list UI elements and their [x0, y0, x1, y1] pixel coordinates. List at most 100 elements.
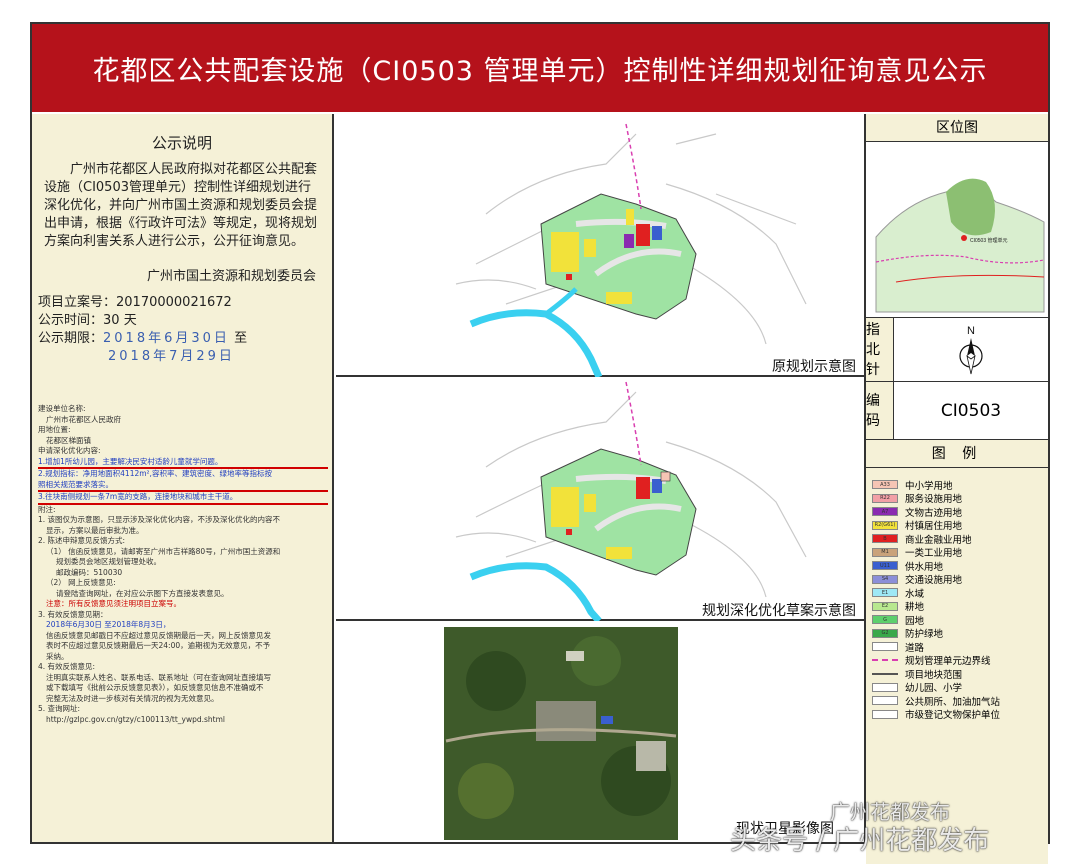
duration: 30 天 [103, 313, 137, 328]
legend-swatch: R22 [872, 493, 898, 503]
note-label: 附注: [38, 504, 56, 514]
period-start: 2018年6月30日 [103, 331, 230, 346]
legend-label: 中小学用地 [905, 480, 953, 492]
legend-label: 幼儿园、小学 [905, 683, 963, 694]
duration-row: 公示时间：30 天 [38, 312, 332, 330]
optimized-plan-panel: 规划深化优化草案示意图 [336, 377, 864, 624]
content-item-2a: 2.规划指标：净用地面积4112m²,容积率、建筑密度、绿地率等指标按 [38, 469, 272, 478]
legend-item: R22 服务设施用地 [872, 492, 1044, 505]
notice-meta: 项目立案号：20170000021672 公示时间：30 天 公示期限：2018… [38, 294, 332, 366]
notice-details: 建设单位名称: 广州市花都区人民政府 用地位置: 花都区梯面镇 申请深化优化内容… [38, 404, 328, 725]
query-url[interactable]: http://gzlpc.gov.cn/gtzy/c100113/tt_ywpd… [38, 715, 328, 726]
legend-item: 公共厕所、加油加气站 [872, 694, 1044, 708]
project-no-label: 项目立案号： [38, 295, 117, 310]
notice-org: 广州市国土资源和规划委员会 [146, 269, 316, 284]
note-2c: 邮政编码：510030 [56, 567, 123, 577]
legend-item: G 园地 [872, 613, 1044, 627]
location-marker-label: CI0503 管理单元 [970, 237, 1008, 244]
note-3e: 采纳。 [46, 651, 69, 661]
legend-swatch: S4 [872, 574, 898, 584]
content-label: 申请深化优化内容: [38, 446, 101, 455]
legend-label: 防护绿地 [905, 629, 944, 640]
legend-heading: 图 例 [866, 440, 1048, 468]
code-label: 编码 [866, 382, 894, 439]
code-row: 编码 CI0503 [866, 382, 1048, 440]
period-end: 2018年7月29日 [108, 349, 235, 364]
legend-swatch: U11 [872, 561, 898, 570]
content-item-2b: 照相关规范要求落实。 [38, 480, 328, 492]
legend-swatch [872, 672, 898, 675]
project-no-row: 项目立案号：20170000021672 [38, 294, 332, 312]
poster-title: 花都区公共配套设施（CI0503 管理单元）控制性详细规划征询意见公示 [32, 24, 1048, 112]
poster-frame: 花都区公共配套设施（CI0503 管理单元）控制性详细规划征询意见公示 公示说明… [30, 22, 1050, 864]
legend-item: A7 文物古迹用地 [872, 505, 1044, 519]
legend-label: 文物古迹用地 [905, 507, 963, 519]
location-map-graphic: CI0503 管理单元 [875, 178, 1045, 313]
legend-label: 供水用地 [905, 561, 944, 573]
legend-item: B 商业金融业用地 [872, 532, 1044, 546]
legend-item: A33 中小学用地 [872, 478, 1044, 492]
legend-swatch: R2(G61) [872, 520, 898, 530]
legend-swatch [872, 709, 898, 719]
content-item-3: 3.往块南侧规划一条7m宽的支路，连接地块和城市主干道。 [38, 492, 328, 505]
legend-label: 耕地 [905, 602, 925, 613]
legend-swatch [872, 696, 898, 705]
info-column: 区位图 CI0503 管理单元 指北针 N 编码 CI0503 图 例 A33 … [864, 114, 1048, 864]
notice-heading: 公示说明 [151, 134, 212, 152]
legend-swatch: G2 [872, 628, 898, 638]
maps-column: 原规划示意图 规划深化优化草案示意图 现状卫星影像图 [336, 114, 864, 843]
note-2a: （1） 信函反馈意见，请邮寄至广州市吉祥路80号，广州市国土资源和 [46, 546, 281, 556]
note-4c: 或下载填写《批前公示反馈意见表》），如反馈意见信息不准确或不 [46, 683, 264, 692]
period-to: 至 [234, 331, 248, 346]
location-label: 用地位置: [38, 425, 71, 434]
legend-label: 交通设施用地 [905, 575, 963, 586]
note-3c: 信函反馈意见邮戳日不应超过意见反馈期最后一天，网上反馈意见发 [46, 630, 271, 640]
legend-label: 规划管理单元边界线 [905, 656, 991, 667]
notice-intro: 广州市花都区人民政府拟对花都区公共配套设施（CI0503管理单元）控制性详细规划… [44, 162, 318, 249]
legend-label: 园地 [905, 615, 925, 627]
legend-label: 市级登记文物保护单位 [905, 710, 1001, 721]
north-row: 指北针 N [866, 318, 1048, 382]
period-end-row: 2018年7月29日 [38, 348, 332, 366]
original-plan-map: 原规划示意图 [455, 123, 856, 379]
location-map-heading: 区位图 [866, 114, 1048, 142]
location-map: CI0503 管理单元 [866, 142, 1048, 318]
legend-swatch [872, 642, 898, 651]
legend-item: 项目地块范围 [872, 667, 1044, 681]
legend-swatch: A33 [872, 480, 898, 489]
legend-item: M1 一类工业用地 [872, 546, 1044, 559]
legend-swatch: E1 [872, 588, 898, 597]
legend-label: 商业金融业用地 [905, 534, 972, 546]
applicant: 广州市花都区人民政府 [46, 414, 121, 424]
legend-label: 水域 [905, 588, 925, 600]
legend-item: 规划管理单元边界线 [872, 654, 1044, 667]
note-2b: 规划委员会地区规划管理处收。 [56, 557, 161, 566]
north-letter: N [967, 325, 975, 337]
note-4b: 注明真实联系人姓名、联系电话、联系地址（可在查询网址直接填写 [46, 672, 271, 682]
legend-item: 市级登记文物保护单位 [872, 708, 1044, 721]
legend-swatch: B [872, 534, 898, 543]
legend-item: 幼儿园、小学 [872, 681, 1044, 694]
watermark-bottom: 头条号 / 广州花都发布 [730, 826, 990, 856]
note-3d: 表时不应超过意见反馈期最后一天24:00，逾期视为无效意见，不予 [46, 641, 271, 650]
content-item-1: 1.增加1所幼儿园，主要解决民安村适龄儿童就学问题。 [38, 457, 328, 469]
legend-label: 道路 [905, 642, 925, 654]
note-2: 2. 陈述申辩意见反馈方式: [38, 536, 126, 545]
notice-panel: 公示说明 广州市花都区人民政府拟对花都区公共配套设施（CI0503管理单元）控制… [32, 114, 334, 842]
note-2f: 注意：所有反馈意见须注明项目立案号。 [46, 599, 181, 608]
optimized-plan-map: 规划深化优化草案示意图 [455, 381, 856, 624]
optimized-plan-caption: 规划深化优化草案示意图 [702, 602, 856, 618]
legend-swatch: E2 [872, 601, 898, 611]
aerial-panel: 现状卫星影像图 [336, 621, 864, 843]
legend-item: 道路 [872, 640, 1044, 654]
legend-label: 村镇居住用地 [905, 521, 963, 532]
period-label: 公示期限： [38, 331, 104, 346]
legend-label: 服务设施用地 [905, 494, 963, 505]
legend-label: 公共厕所、加油加气站 [905, 696, 1001, 708]
applicant-label: 建设单位名称: [38, 404, 86, 413]
project-no: 20170000021672 [116, 295, 232, 310]
legend-item: G2 防护绿地 [872, 627, 1044, 640]
legend-item: S4 交通设施用地 [872, 573, 1044, 586]
legend-swatch: A7 [872, 507, 898, 516]
legend-swatch: M1 [872, 547, 898, 557]
